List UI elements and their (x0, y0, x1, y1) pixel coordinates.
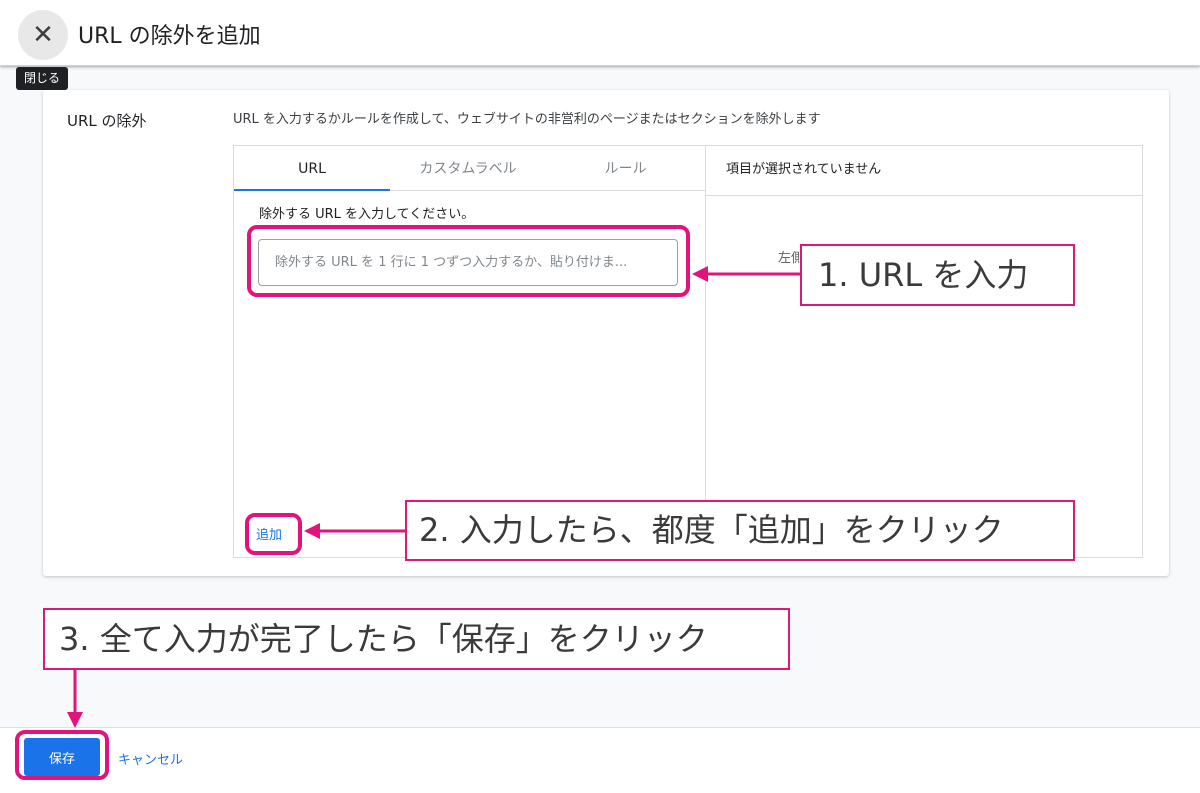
add-button[interactable]: 追加 (256, 524, 282, 543)
close-tooltip: 閉じる (16, 67, 69, 90)
page-title: URL の除外を追加 (78, 24, 261, 49)
cancel-button[interactable]: キャンセル (118, 749, 183, 768)
url-input[interactable] (258, 239, 678, 286)
tab-custom-label[interactable]: カスタムラベル (390, 146, 546, 191)
step1-callout: 1. URL を入力 (800, 244, 1075, 306)
input-pane: URL カスタムラベル ルール 除外する URL を入力してください。 追加 (234, 146, 706, 557)
section-description: URL を入力するかルールを作成して、ウェブサイトの非営利のページまたはセクショ… (233, 112, 821, 127)
selected-pane: 項目が選択されていません 左側 (706, 146, 1142, 557)
exclusion-picker: URL カスタムラベル ルール 除外する URL を入力してください。 追加 項… (233, 145, 1143, 558)
tab-url[interactable]: URL (234, 146, 390, 191)
step2-callout: 2. 入力したら、都度「追加」をクリック (405, 500, 1075, 561)
tab-rule[interactable]: ルール (546, 146, 705, 191)
step3-arrow (67, 670, 83, 728)
save-button[interactable]: 保存 (24, 738, 100, 776)
step3-callout: 3. 全て入力が完了したら「保存」をクリック (43, 608, 790, 670)
url-prompt: 除外する URL を入力してください。 (259, 207, 475, 222)
dialog-footer: 保存 キャンセル (0, 727, 1200, 793)
section-label: URL の除外 (67, 112, 147, 130)
tab-bar: URL カスタムラベル ルール (234, 146, 705, 191)
close-icon: ✕ (32, 20, 54, 50)
close-button[interactable]: ✕ (18, 10, 68, 60)
selected-header: 項目が選択されていません (706, 146, 1142, 196)
dialog-header: ✕ URL の除外を追加 (0, 0, 1200, 66)
